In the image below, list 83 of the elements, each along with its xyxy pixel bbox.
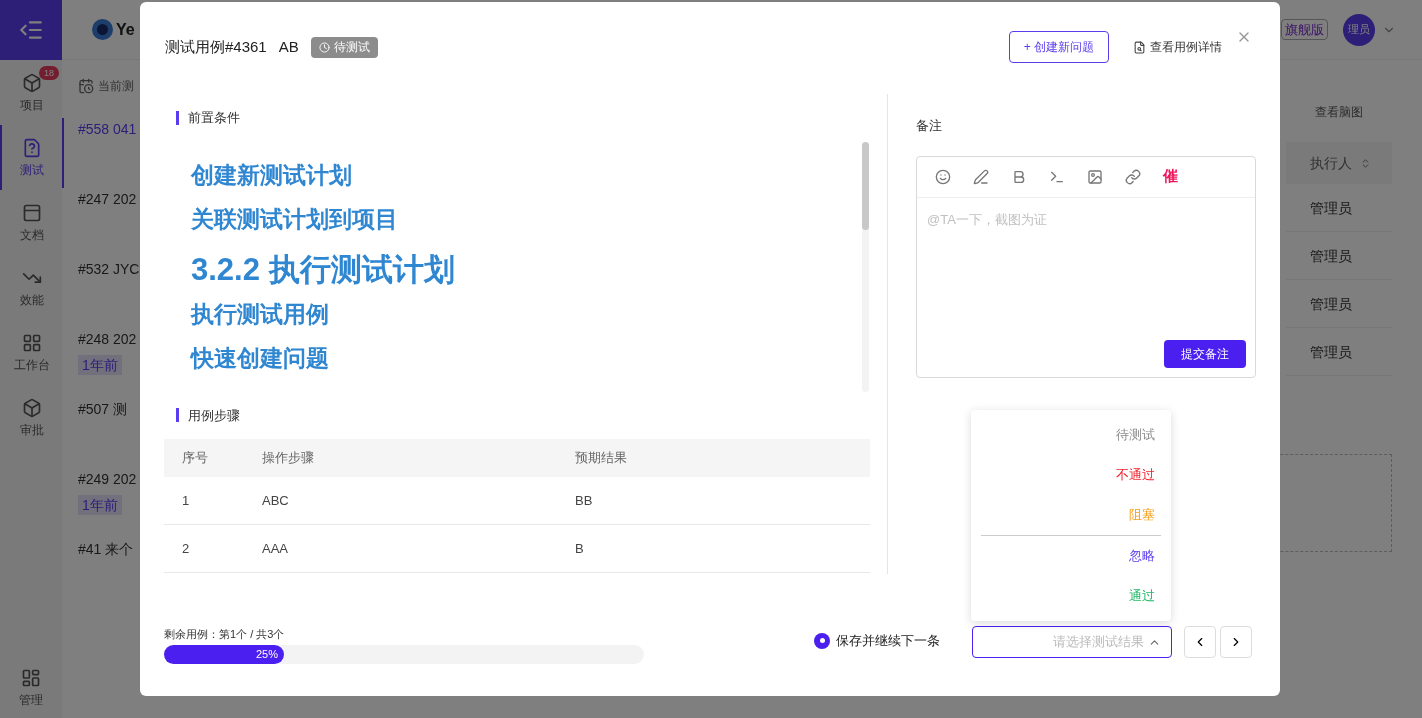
table-cell-text: AAA <box>262 539 289 558</box>
case-title: #247 202 <box>78 190 138 209</box>
case-title: #507 测 <box>78 400 129 419</box>
nav-item[interactable]: 文档 <box>0 190 62 255</box>
case-title: #558 041 <box>78 120 138 139</box>
result-option[interactable]: 通过 <box>971 576 1171 616</box>
bold-icon[interactable] <box>1011 168 1027 185</box>
precondition-heading: 3.2.2 执行测试计划 <box>191 251 456 289</box>
user-avatar[interactable]: 理员 <box>1343 13 1375 46</box>
table-cell-text: 管理员 <box>1310 246 1352 266</box>
logo-text: Ye <box>116 19 135 40</box>
section-heading: 用例步骤 <box>188 406 240 425</box>
logo-icon <box>92 19 113 40</box>
column-header: 序号 <box>181 449 209 468</box>
result-option[interactable]: 待测试 <box>971 415 1171 455</box>
precondition-heading: 执行测试用例 <box>191 303 330 330</box>
submit-remark-button[interactable]: 提交备注 <box>1164 339 1246 368</box>
image-icon[interactable] <box>1087 168 1103 185</box>
case-list-item[interactable]: #249 202 1年前 <box>62 468 140 538</box>
time-tag: 1年前 <box>78 355 122 375</box>
case-list-item[interactable]: #247 202 <box>62 188 140 258</box>
edition-badge: 旗舰版 <box>1281 18 1328 41</box>
result-option[interactable]: 阻塞 <box>971 495 1171 535</box>
menu-toggle-button[interactable] <box>0 0 62 60</box>
table-cell-text: 2 <box>181 539 191 558</box>
save-next-radio[interactable]: 保存并继续下一条 <box>814 631 940 651</box>
nav-item[interactable]: 管理 <box>0 658 62 718</box>
dashboard-icon <box>21 668 41 688</box>
remaining-cases-text: 剩余用例：第1个 / 共3个 <box>164 627 286 642</box>
scrollbar[interactable] <box>862 141 869 392</box>
question-document-icon <box>22 137 42 158</box>
case-list-item[interactable]: #507 测 <box>62 398 140 468</box>
grid-icon <box>22 332 42 353</box>
cube-icon <box>22 397 42 418</box>
cube-icon <box>22 72 42 93</box>
column-header: 操作步骤 <box>262 449 315 468</box>
smiley-icon[interactable] <box>935 168 951 185</box>
clock-icon <box>318 41 330 53</box>
precondition-heading: 关联测试计划到项目 <box>191 207 399 234</box>
table-cell-text: 1 <box>181 491 191 510</box>
window-icon <box>22 202 42 223</box>
urge-button[interactable]: 催 <box>1163 165 1178 188</box>
nav-item[interactable]: 效能 <box>0 255 62 320</box>
column-header: 执行人 <box>1310 154 1352 173</box>
table-cell-text: 管理员 <box>1310 342 1352 362</box>
progress-label: 25% <box>255 646 278 662</box>
table-cell-text: 管理员 <box>1310 198 1352 218</box>
precondition-heading: 快速创建问题 <box>191 347 330 374</box>
list-header: 当前测 <box>98 78 134 94</box>
nav-item[interactable]: 测试 <box>0 125 62 190</box>
count-badge: 18 <box>39 66 59 80</box>
nav-item[interactable]: 工作台 <box>0 320 62 385</box>
nav-item[interactable]: 项目 18 <box>0 60 62 125</box>
view-details-link[interactable]: 查看用例详情 <box>1150 39 1222 55</box>
link-icon[interactable] <box>1125 168 1141 185</box>
radio-icon[interactable] <box>814 632 830 649</box>
view-mindmap-link[interactable]: 查看脑图 <box>1315 104 1363 120</box>
document-search-icon <box>1133 40 1146 54</box>
result-option[interactable]: 忽略 <box>971 536 1171 576</box>
nav-item[interactable]: 审批 <box>0 385 62 450</box>
time-tag: 1年前 <box>78 495 122 515</box>
case-title: #249 202 <box>78 470 138 489</box>
pen-icon[interactable] <box>973 168 989 185</box>
case-title: #248 202 <box>78 330 138 349</box>
column-header: 预期结果 <box>575 449 627 468</box>
case-title: #532 JYC <box>78 260 140 279</box>
case-list-item[interactable]: #41 来个 <box>62 538 140 608</box>
create-issue-button[interactable]: + 创建新问题 <box>1008 31 1109 63</box>
calendar-icon <box>78 78 94 94</box>
table-cell-text: 管理员 <box>1310 294 1352 314</box>
case-list-item[interactable]: #532 JYC <box>62 258 140 328</box>
case-title: #41 来个 <box>78 540 135 559</box>
case-list-item[interactable]: #248 202 1年前 <box>62 328 140 398</box>
dialog-title: 测试用例#4361 <box>165 36 267 57</box>
table-cell-text: B <box>575 539 584 558</box>
section-heading: 备注 <box>916 117 943 135</box>
table-cell-text: ABC <box>262 491 290 510</box>
precondition-heading: 创建新测试计划 <box>191 163 353 190</box>
status-badge: 待测试 <box>310 36 378 58</box>
result-option[interactable]: 不通过 <box>971 455 1171 495</box>
section-heading: 前置条件 <box>188 109 240 127</box>
case-name: AB <box>278 36 299 57</box>
table-cell-text: BB <box>575 491 593 510</box>
